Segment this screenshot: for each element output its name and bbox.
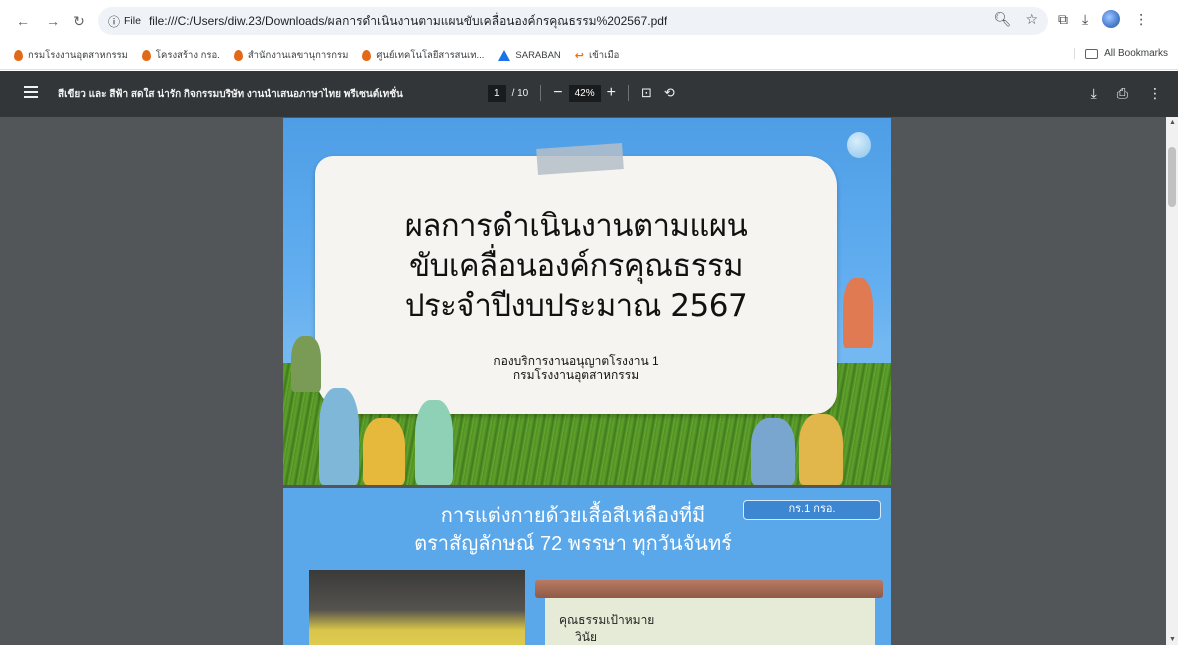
pdf-download-icon[interactable]: ⤓ — [1091, 85, 1097, 102]
title-line: ผลการดำเนินงานตามแผน — [404, 208, 748, 244]
reload-icon[interactable]: ↻ — [68, 10, 90, 32]
bookmark-label: เข้าเมือ — [589, 50, 620, 61]
document-title: สีเขียว และ สีฟ้า สดใส น่ารัก กิจกรรมบริ… — [58, 89, 403, 100]
menu-icon[interactable] — [24, 86, 38, 100]
rotate-icon[interactable]: ⟲ — [664, 85, 675, 101]
url-text[interactable]: file:///C:/Users/diw.23/Downloads/ผลการด… — [149, 12, 667, 31]
pdf-page-1: ผลการดำเนินงานตามแผน ขับเคลื่อนองค์กรคุณ… — [283, 118, 891, 485]
board-line: คุณธรรมเป้าหมาย — [559, 613, 655, 627]
people-illustration — [751, 418, 795, 485]
pdf-viewer[interactable]: ผลการดำเนินงานตามแผน ขับเคลื่อนองค์กรคุณ… — [0, 117, 1166, 645]
bookmark-label: สำนักงานเลขานุการกรม — [247, 50, 349, 61]
bookmarks-bar: กรมโรงงานอุตสาหกรรม โครงสร้าง กรอ. สำนักงา… — [0, 42, 1178, 70]
people-illustration — [363, 418, 405, 485]
fit-page-icon[interactable]: ⊡ — [641, 85, 652, 101]
info-icon: ⓘ — [108, 14, 121, 29]
scroll-up-icon[interactable]: ▲ — [1169, 119, 1176, 126]
folder-icon — [1085, 48, 1099, 59]
bookmark-item[interactable]: ศูนย์เทคโนโลยีสารสนเท... — [362, 48, 484, 63]
bookmark-drop-icon — [141, 50, 151, 61]
page-title: ผลการดำเนินงานตามแผน ขับเคลื่อนองค์กรคุณ… — [315, 206, 837, 326]
pdf-page-2: การแต่งกายด้วยเสื้อสีเหลืองที่มี ตราสัญล… — [283, 488, 891, 645]
profile-avatar[interactable] — [1102, 10, 1121, 28]
people-illustration — [799, 414, 843, 485]
all-bookmarks-label: All Bookmarks — [1104, 48, 1168, 59]
wood-plank-image — [535, 580, 883, 598]
extensions-icon[interactable]: ⧉ — [1058, 11, 1068, 28]
balloon-image — [847, 132, 871, 158]
board-line: วินัย — [575, 630, 597, 644]
print-icon[interactable]: ⎙ — [1117, 85, 1128, 102]
title-line: ตราสัญลักษณ์ 72 พรรษา ทุกวันจันทร์ — [414, 533, 732, 555]
page-2-title: การแต่งกายด้วยเสื้อสีเหลืองที่มี ตราสัญล… — [413, 502, 733, 558]
zoom-level-input[interactable]: 42% — [568, 84, 601, 102]
people-illustration — [843, 278, 873, 348]
bookmark-item[interactable]: สำนักงานเลขานุการกรม — [233, 48, 349, 63]
site-info-chip[interactable]: ⓘ File — [104, 10, 149, 32]
bookmark-label: โครงสร้าง กรอ. — [155, 50, 220, 61]
page-total: / 10 — [511, 87, 529, 99]
board-text: คุณธรรมเป้าหมาย วินัย — [559, 612, 654, 645]
scrollbar[interactable]: ▲ ▼ — [1166, 117, 1178, 645]
department-badge: กร.1 กรอ. — [743, 500, 881, 520]
zoom-icon[interactable]: 🔍︎ — [994, 11, 1012, 28]
all-bookmarks-button[interactable]: All Bookmarks — [1074, 48, 1168, 59]
more-menu-icon[interactable]: ⋮ — [1134, 11, 1148, 28]
bookmark-label: กรมโรงงานอุตสาหกรรม — [28, 50, 128, 61]
file-chip-label: File — [124, 15, 141, 27]
zoom-in-icon[interactable]: + — [607, 84, 616, 102]
bookmark-item[interactable]: โครงสร้าง กรอ. — [141, 48, 220, 63]
subtitle-line: กองบริการงานอนุญาตโรงงาน 1 — [493, 354, 659, 368]
bookmark-drop-icon — [233, 50, 243, 61]
zoom-out-icon[interactable]: − — [553, 84, 562, 102]
page-number-input[interactable]: 1 — [488, 84, 506, 102]
download-icon[interactable]: ⤓ — [1082, 11, 1088, 28]
address-bar[interactable]: ⓘ File file:///C:/Users/diw.23/Downloads… — [98, 7, 1048, 35]
bookmark-drop-icon — [14, 50, 23, 61]
title-line: ขับเคลื่อนองค์กรคุณธรรม — [408, 248, 744, 284]
page-subtitle: กองบริการงานอนุญาตโรงงาน 1 กรมโรงงานอุตส… — [315, 354, 837, 382]
back-icon[interactable]: ← — [12, 10, 34, 32]
bookmark-item[interactable]: SARABAN — [498, 50, 561, 61]
pdf-toolbar: สีเขียว และ สีฟ้า สดใส น่ารัก กิจกรรมบริ… — [0, 71, 1178, 117]
group-photo — [309, 570, 525, 645]
title-line: การแต่งกายด้วยเสื้อสีเหลืองที่มี — [440, 505, 706, 527]
people-illustration — [319, 388, 359, 485]
bookmark-hook-icon: ↩ — [574, 50, 585, 62]
pdf-more-icon[interactable]: ⋮ — [1148, 85, 1162, 102]
bookmark-label: SARABAN — [515, 50, 561, 61]
bookmark-label: ศูนย์เทคโนโลยีสารสนเท... — [376, 50, 485, 61]
bookmark-star-icon[interactable]: ☆ — [1025, 11, 1038, 28]
divider — [540, 85, 542, 101]
people-illustration — [291, 336, 321, 392]
subtitle-line: กรมโรงงานอุตสาหกรรม — [512, 368, 640, 382]
bookmark-item[interactable]: ↩ เข้าเมือ — [575, 48, 620, 63]
scrollbar-thumb[interactable] — [1168, 147, 1176, 207]
divider — [627, 85, 629, 101]
browser-toolbar: ← → ↻ ⓘ File file:///C:/Users/diw.23/Dow… — [0, 0, 1178, 42]
bookmark-tri-icon — [498, 50, 511, 61]
people-illustration — [415, 400, 453, 485]
bookmark-drop-icon — [362, 50, 372, 61]
forward-icon[interactable]: → — [42, 10, 64, 32]
scroll-down-icon[interactable]: ▼ — [1169, 636, 1176, 643]
title-line: ประจำปีงบประมาณ 2567 — [404, 288, 748, 324]
bookmark-item[interactable]: กรมโรงงานอุตสาหกรรม — [14, 48, 128, 63]
